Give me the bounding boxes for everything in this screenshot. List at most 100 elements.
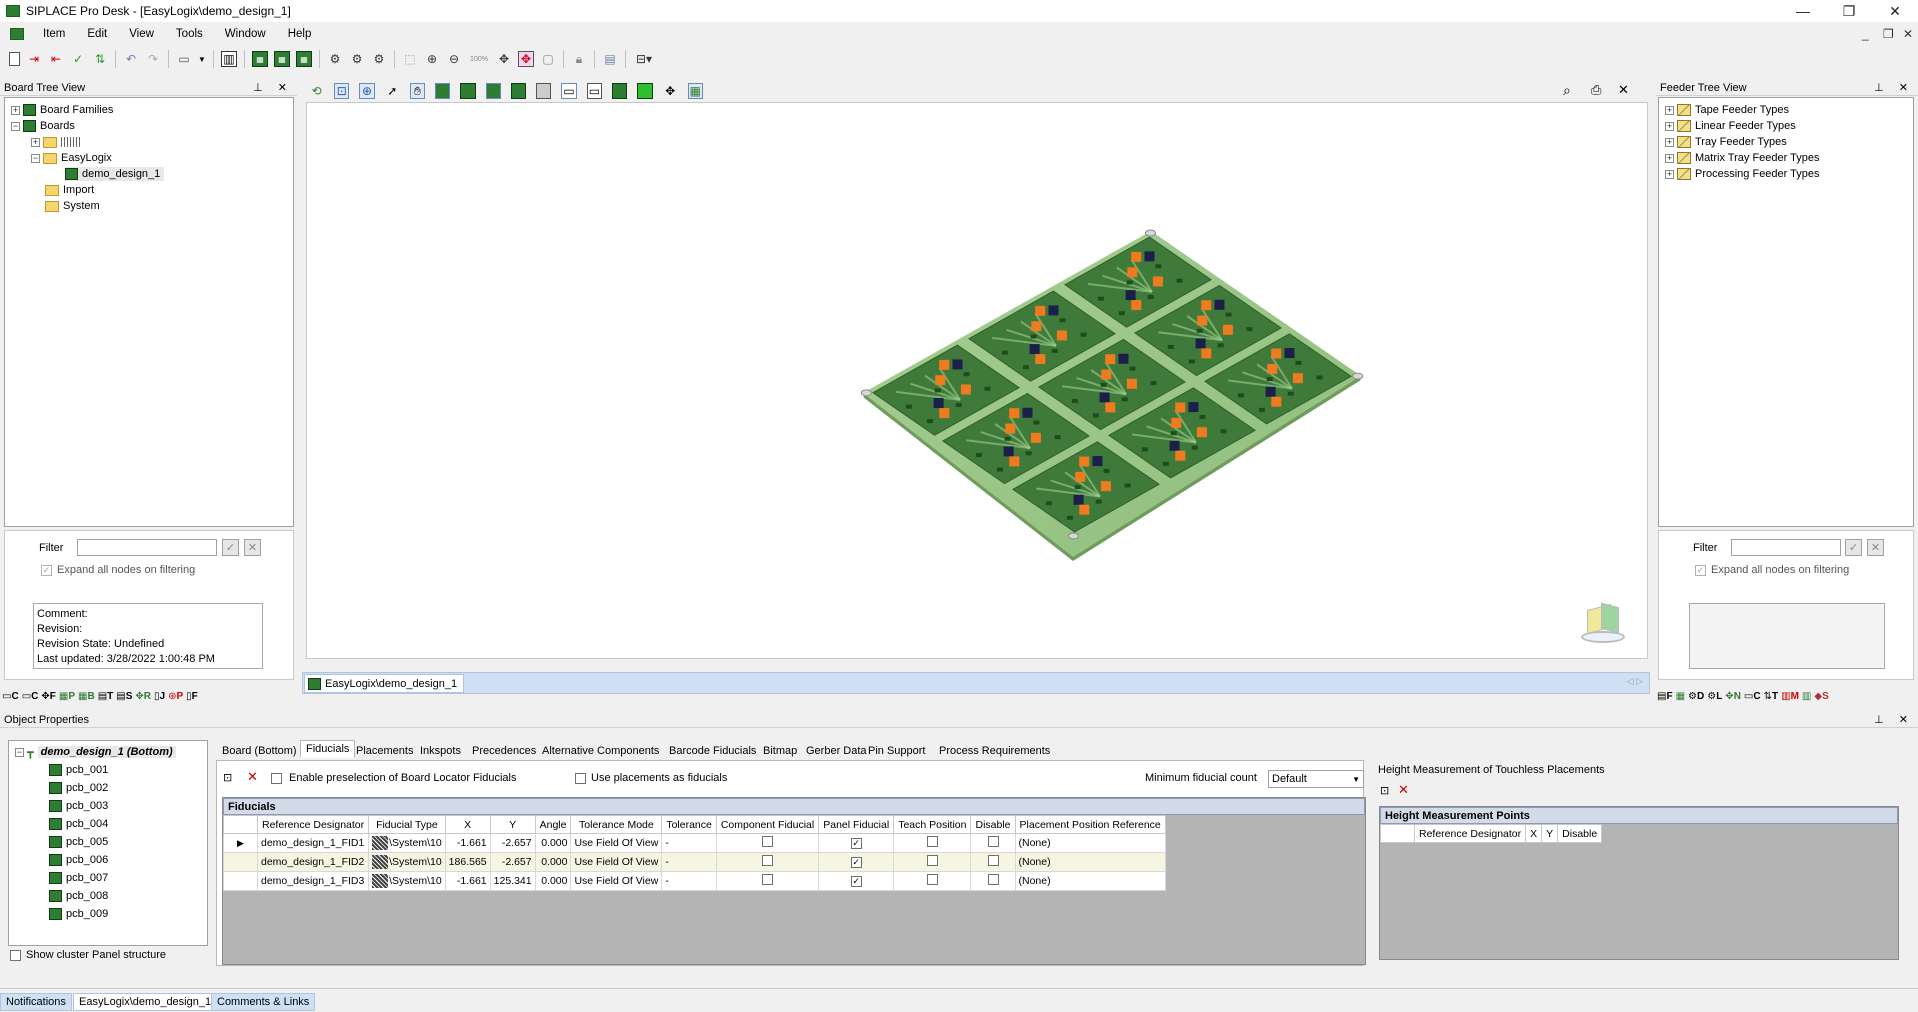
frame-select-icon[interactable]: ⊡ [334,83,350,99]
smd-component[interactable] [1009,456,1020,467]
tolerance-mode-cell[interactable]: Use Field Of View [570,833,663,853]
add-icon[interactable]: ⊡ [223,771,232,784]
tree-node-linear-feeders[interactable]: + Linear Feeder Types [1665,119,1796,133]
column-header[interactable]: Reference Designator [1413,824,1527,843]
smd-component[interactable] [1035,305,1046,316]
row-checkbox[interactable] [987,855,999,866]
close-button[interactable]: ✕ [1872,0,1918,22]
home-view-icon[interactable]: ⟲ [309,83,324,99]
smd-component[interactable] [1292,373,1303,384]
smd-component[interactable] [1265,386,1276,397]
hand-icon[interactable]: ✋︎ [409,83,426,99]
smd-component[interactable] [1131,300,1142,311]
feeder-filter-input[interactable] [1731,539,1841,556]
tree-node-pcb[interactable]: pcb_002 [49,781,108,795]
angle-cell[interactable]: 0.000 [534,871,572,891]
smd-component[interactable] [1271,348,1282,359]
smd-component[interactable] [1022,407,1033,418]
table-row[interactable]: demo_design_1_FID2 \System\10 186.565 -2.65… [223,852,1166,872]
smd-component[interactable] [1125,290,1136,301]
cluster-structure-checkbox[interactable] [10,950,21,961]
y-cell[interactable]: 125.341 [489,871,536,891]
smd-component[interactable] [1100,481,1111,492]
row-checkbox[interactable] [762,874,774,885]
ruler-icon[interactable]: ⊟▾ [633,51,655,67]
smd-component[interactable] [1201,300,1212,311]
smd-component[interactable] [1118,353,1129,364]
smd-component[interactable] [1099,392,1110,403]
close-view-icon[interactable]: ✕ [1618,82,1629,98]
tool-icon[interactable]: ⇅T [1764,691,1779,702]
tree-node-processing-feeders[interactable]: + Processing Feeder Types [1665,167,1820,181]
tree-node-boards[interactable]: − Boards [11,119,75,133]
expand-all-checkbox[interactable]: ✓ [41,565,52,576]
crosshair-icon[interactable]: ⊕ [359,83,375,99]
board-filter-input[interactable] [77,539,217,556]
column-header[interactable]: Disable [1557,824,1603,843]
pointer-icon[interactable]: ➚ [385,83,400,99]
angle-cell[interactable]: 0.000 [534,833,572,853]
smd-component[interactable] [1195,338,1206,349]
min-count-select[interactable]: Default ▼ [1268,770,1364,788]
smd-component[interactable] [1197,315,1208,326]
tree-node-tape-feeders[interactable]: + Tape Feeder Types [1665,103,1789,117]
tree-node-pcb[interactable]: pcb_009 [49,907,108,921]
row-checkbox[interactable] [762,836,774,847]
tool-icon[interactable]: ▦B [78,691,95,702]
tab-inkspots[interactable]: Inkspots [414,742,467,760]
tool-icon[interactable]: ▥ [1802,691,1811,702]
panel-icon[interactable]: ▦ [687,83,703,99]
zoom-100-icon[interactable]: 100% [468,51,490,67]
tree-node-matrix-tray-feeders[interactable]: + Matrix Tray Feeder Types [1665,151,1820,165]
board-outline-icon[interactable] [536,83,552,99]
tab-fiducials[interactable]: Fiducials [300,740,356,758]
notifications-tab[interactable]: Notifications [0,993,72,1011]
smd-component[interactable] [1079,456,1090,467]
tree-node-pcb[interactable]: pcb_008 [49,889,108,903]
menu-item[interactable]: Tools [165,28,214,40]
smd-component[interactable] [935,375,946,386]
smd-component[interactable] [1035,354,1046,365]
view-cube-icon[interactable] [1581,601,1627,647]
placement-position-ref-cell[interactable]: (None) [1014,871,1166,891]
smd-component[interactable] [1030,432,1041,443]
tool-icon[interactable]: ⚙L [1707,691,1722,702]
tool-icon[interactable]: ▯F [186,691,198,702]
table-row[interactable]: demo_design_1_FID3 \System\10 -1.661 125.34… [223,871,1166,891]
board-solid-icon[interactable] [510,83,527,99]
apply-filter-button[interactable]: ✓ [1845,539,1862,556]
panel-fiducial-cell[interactable]: ✓ [818,852,895,872]
smd-component[interactable] [939,408,950,419]
tab-process-requirements[interactable]: Process Requirements [933,742,1056,760]
row-selector[interactable] [223,871,258,891]
smd-component[interactable] [1131,251,1142,262]
fiducial-type-cell[interactable]: \System\10 [368,871,446,891]
use-placements-checkbox[interactable] [575,773,586,784]
smd-component[interactable] [1152,276,1163,287]
tree-node-demo-design[interactable]: demo_design_1 [65,167,165,181]
tab-pin-support[interactable]: Pin Support [862,742,931,760]
smd-component[interactable] [1284,348,1295,359]
board-3d-view[interactable] [306,102,1648,659]
column-header[interactable]: X [444,815,491,834]
print-view-icon[interactable]: ⎙ [1591,82,1601,98]
row-checkbox[interactable] [987,836,999,847]
smd-component[interactable] [1175,402,1186,413]
zoom-out-icon[interactable]: ⊖ [446,51,462,67]
component-fiducial-cell[interactable] [715,852,820,872]
clear-filter-button[interactable]: ✕ [244,539,261,556]
smd-component[interactable] [1048,305,1059,316]
component-fiducial-cell[interactable] [715,833,820,853]
board-view-icon[interactable]: ▦ [252,51,268,67]
smd-component[interactable] [1105,402,1116,413]
delete-icon[interactable]: ✕ [1398,782,1409,798]
layer-both-icon[interactable] [485,83,501,99]
tool-icon[interactable]: ⚙D [1688,691,1704,702]
pin-icon[interactable]: ⊥ ✕ [253,81,293,94]
tree-node-tray-feeders[interactable]: + Tray Feeder Types [1665,135,1787,149]
tool-icon[interactable]: ▭C [22,691,39,702]
tolerance-cell[interactable]: - [661,833,717,853]
tree-node-pcb[interactable]: pcb_001 [49,763,108,777]
tree-node-system[interactable]: System [45,199,100,213]
tool-icon[interactable]: ▯J [154,691,165,702]
